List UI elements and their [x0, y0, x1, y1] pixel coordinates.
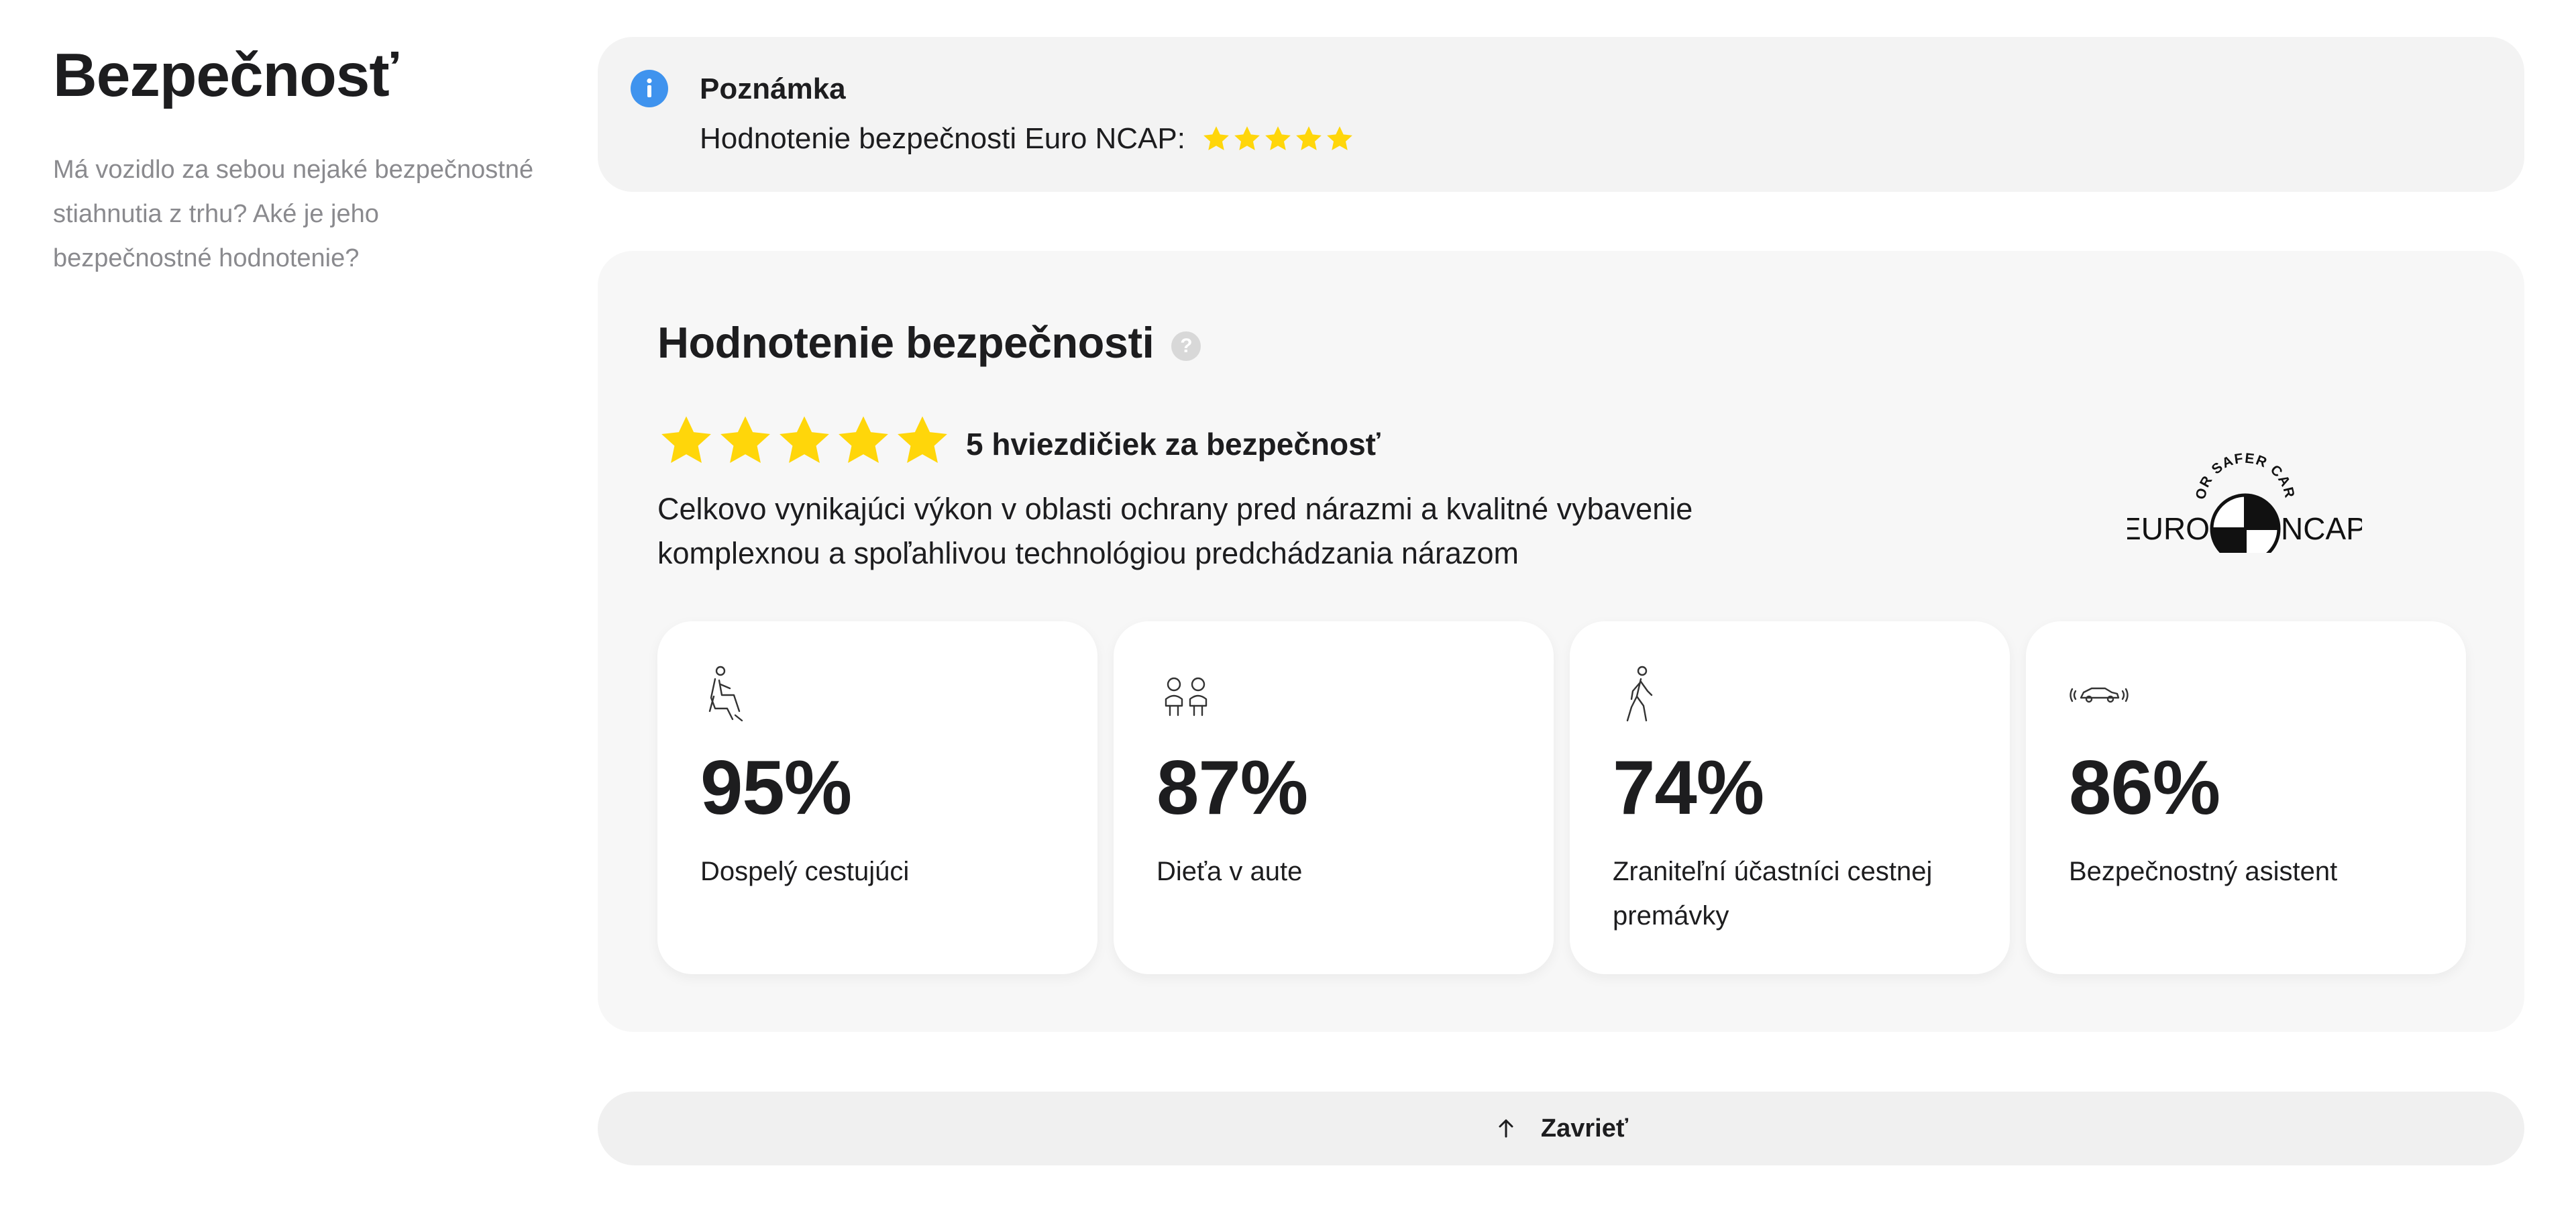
arrow-up-icon: [1494, 1116, 1518, 1141]
metric-label: Zraniteľní účastníci cestnej premávky: [1613, 857, 1933, 931]
euro-ncap-logo: FOR SAFER CARS EURO NCAP: [2121, 433, 2367, 564]
metric-value: 74%: [1613, 745, 1764, 831]
safety-rating-panel: Hodnotenie bezpečnosti? 5 hviezdičiek za…: [598, 251, 2524, 1032]
help-icon[interactable]: ?: [1171, 331, 1201, 361]
star-icon: [839, 416, 888, 463]
close-button[interactable]: Zavrieť: [598, 1092, 2524, 1165]
info-icon: [631, 70, 668, 107]
star-icon: [1234, 126, 1260, 151]
metric-value: 86%: [2069, 745, 2220, 831]
star-icon: [1327, 126, 1353, 151]
metric-value: 87%: [1157, 745, 1308, 831]
stars-label: 5 hviezdičiek za bezpečnosť: [966, 427, 1381, 462]
note-star-rating: [1201, 120, 1356, 160]
star-icon: [780, 416, 829, 463]
note-card: Poznámka Hodnotenie bezpečnosti Euro NCA…: [598, 37, 2524, 192]
star-icon: [898, 416, 947, 463]
seated-adult-icon: [700, 664, 761, 725]
star-icon: [1203, 126, 1230, 151]
logo-right-text: NCAP: [2281, 511, 2362, 546]
metric-card-child: 87% Dieťa v aute: [1114, 621, 1554, 974]
metric-value: 95%: [700, 745, 852, 831]
close-button-label: Zavrieť: [1540, 1114, 1629, 1143]
star-icon: [661, 416, 711, 463]
children-icon: [1157, 664, 1217, 725]
metric-card-pedestrian: 74% Zraniteľní účastníci cestnej premávk…: [1570, 621, 2010, 974]
page-title: Bezpečnosť: [53, 42, 398, 109]
safety-page: Bezpečnosť Má vozidlo za sebou nejaké be…: [0, 0, 2576, 1211]
safety-star-rating: [657, 411, 953, 471]
metric-cards: 95% Dospelý cestujúci 87% Dieťa v aute 7…: [657, 621, 2466, 974]
metric-label: Bezpečnostný asistent: [2069, 857, 2338, 886]
logo-left-text: EURO: [2127, 511, 2210, 546]
metric-label: Dospelý cestujúci: [700, 857, 910, 886]
star-icon: [1296, 126, 1322, 151]
safety-description: Celkovo vynikajúci výkon v oblasti ochra…: [657, 492, 1693, 570]
note-text-label: Hodnotenie bezpečnosti Euro NCAP:: [700, 122, 1185, 155]
note-text: Hodnotenie bezpečnosti Euro NCAP:: [700, 119, 1356, 160]
metric-card-adult: 95% Dospelý cestujúci: [657, 621, 1097, 974]
note-title: Poznámka: [700, 72, 846, 105]
metric-card-assist: 86% Bezpečnostný asistent: [2026, 621, 2466, 974]
pedestrian-icon: [1613, 664, 1673, 725]
logo-arc-text: FOR SAFER CARS: [2122, 433, 2296, 501]
car-sensor-icon: [2069, 664, 2129, 725]
star-icon: [720, 416, 770, 463]
star-icon: [1265, 126, 1291, 151]
section-intro: Bezpečnosť Má vozidlo za sebou nejaké be…: [53, 39, 536, 280]
page-description: Má vozidlo za sebou nejaké bezpečnostné …: [53, 156, 534, 272]
safety-title-text: Hodnotenie bezpečnosti: [657, 318, 1155, 367]
metric-label: Dieťa v aute: [1157, 857, 1303, 886]
svg-text:FOR SAFER CARS: FOR SAFER CARS: [2127, 445, 2298, 501]
safety-title: Hodnotenie bezpečnosti?: [657, 313, 1201, 373]
